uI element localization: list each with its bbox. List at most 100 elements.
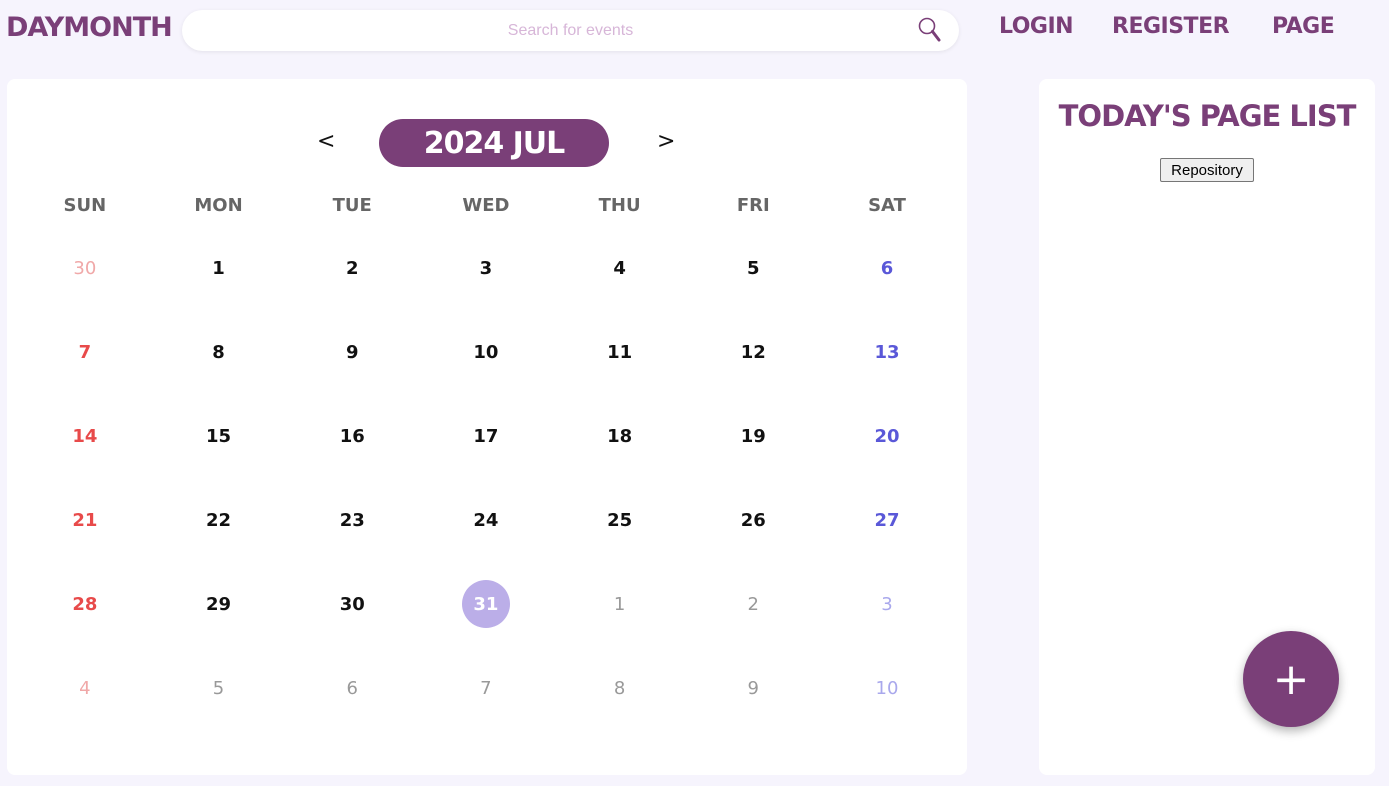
- calendar-day-number: 19: [740, 425, 766, 447]
- calendar-day[interactable]: 28: [18, 562, 152, 646]
- calendar-day[interactable]: 30: [18, 226, 152, 310]
- calendar-day-number: 22: [206, 509, 232, 531]
- weekday-thu: THU: [598, 195, 641, 216]
- calendar-day[interactable]: 10: [419, 310, 553, 394]
- nav-login-link[interactable]: LOGIN: [999, 14, 1074, 39]
- calendar-day-number: 29: [206, 593, 232, 615]
- calendar-day[interactable]: 16: [285, 394, 419, 478]
- calendar-day[interactable]: 5: [686, 226, 820, 310]
- month-label: 2024 JUL: [379, 119, 609, 167]
- calendar-day-number: 6: [880, 257, 894, 279]
- calendar-day[interactable]: 30: [285, 562, 419, 646]
- calendar-day[interactable]: 20: [820, 394, 954, 478]
- calendar-day-number: 12: [740, 341, 766, 363]
- weekday-mon: MON: [194, 195, 243, 216]
- page-list-title: TODAY'S PAGE LIST: [1058, 99, 1357, 133]
- calendar-day-number: 18: [607, 425, 633, 447]
- calendar-day-number: 30: [73, 257, 97, 279]
- weekday-tue: TUE: [332, 195, 372, 216]
- calendar-day-number: 7: [480, 677, 492, 699]
- calendar-day-number: 25: [607, 509, 633, 531]
- calendar-day[interactable]: 7: [18, 310, 152, 394]
- calendar-day-number: 2: [345, 257, 359, 279]
- calendar-day[interactable]: 21: [18, 478, 152, 562]
- calendar-day-number: 4: [79, 677, 91, 699]
- calendar-day[interactable]: 23: [285, 478, 419, 562]
- calendar-day-grid: 30 1 2 3 4 5 6 7 8 9 10 11 12 13 14 15 16 17 18 19 20 21 22 23 2…: [18, 226, 954, 730]
- nav-page-link[interactable]: PAGE: [1272, 14, 1335, 39]
- calendar-day[interactable]: 5: [152, 646, 286, 730]
- calendar-day-number: 9: [747, 677, 759, 699]
- calendar-day-number: 3: [479, 257, 493, 279]
- calendar-day[interactable]: 4: [553, 226, 687, 310]
- calendar-day-number: 10: [875, 677, 899, 699]
- weekday-sun: SUN: [63, 195, 107, 216]
- calendar-day[interactable]: 29: [152, 562, 286, 646]
- calendar-day[interactable]: 3: [419, 226, 553, 310]
- calendar-day-number: 24: [473, 509, 499, 531]
- calendar-day[interactable]: 17: [419, 394, 553, 478]
- calendar-day[interactable]: 15: [152, 394, 286, 478]
- calendar-day-number: 3: [881, 593, 893, 615]
- weekday-wed: WED: [462, 195, 510, 216]
- calendar-day-today[interactable]: 31: [419, 562, 553, 646]
- calendar-day-number: 4: [613, 257, 626, 279]
- calendar-day-number: 27: [874, 509, 900, 531]
- calendar-day-number: 20: [874, 425, 900, 447]
- calendar-day[interactable]: 8: [152, 310, 286, 394]
- calendar-day[interactable]: 7: [419, 646, 553, 730]
- calendar-day-number: 10: [473, 341, 499, 363]
- calendar-day-number: 5: [747, 257, 760, 279]
- calendar-day-number: 2: [747, 593, 759, 615]
- repository-button[interactable]: Repository: [1160, 158, 1254, 182]
- calendar-day[interactable]: 6: [820, 226, 954, 310]
- calendar-day-number: 8: [613, 677, 626, 699]
- calendar-day-number: 14: [72, 425, 98, 447]
- calendar-day[interactable]: 26: [686, 478, 820, 562]
- calendar-day[interactable]: 1: [553, 562, 687, 646]
- calendar-day-number: 1: [613, 593, 626, 615]
- calendar-day-number: 30: [339, 593, 365, 615]
- calendar-day-number: 9: [345, 341, 359, 363]
- calendar-day-number: 8: [212, 341, 225, 363]
- weekday-sat: SAT: [868, 195, 906, 216]
- calendar-day[interactable]: 6: [285, 646, 419, 730]
- calendar-day[interactable]: 27: [820, 478, 954, 562]
- calendar-day[interactable]: 24: [419, 478, 553, 562]
- add-page-button[interactable]: +: [1243, 631, 1339, 727]
- calendar-day[interactable]: 14: [18, 394, 152, 478]
- calendar-day-number: 28: [72, 593, 98, 615]
- calendar-day[interactable]: 2: [285, 226, 419, 310]
- calendar-day[interactable]: 11: [553, 310, 687, 394]
- calendar-day[interactable]: 25: [553, 478, 687, 562]
- calendar-day[interactable]: 13: [820, 310, 954, 394]
- calendar-day-number: 31: [461, 580, 510, 628]
- calendar-day-number: 23: [339, 509, 365, 531]
- calendar-day[interactable]: 3: [820, 562, 954, 646]
- calendar-day-number: 11: [607, 341, 633, 363]
- calendar-day[interactable]: 9: [686, 646, 820, 730]
- nav-register-link[interactable]: REGISTER: [1112, 14, 1230, 39]
- calendar-day[interactable]: 19: [686, 394, 820, 478]
- calendar-day-number: 5: [212, 677, 225, 699]
- calendar-day-number: 6: [346, 677, 358, 699]
- calendar-day[interactable]: 10: [820, 646, 954, 730]
- calendar-day[interactable]: 22: [152, 478, 286, 562]
- calendar-day[interactable]: 18: [553, 394, 687, 478]
- app-logo[interactable]: DAYMONTH: [6, 12, 173, 43]
- calendar-day-number: 7: [78, 341, 92, 363]
- calendar-day[interactable]: 1: [152, 226, 286, 310]
- next-month-button[interactable]: >: [657, 129, 675, 154]
- month-navigation: < 2024 JUL >: [7, 119, 967, 167]
- search-icon[interactable]: [917, 16, 943, 44]
- search-bar: [182, 10, 959, 51]
- prev-month-button[interactable]: <: [317, 129, 335, 154]
- calendar-day-number: 16: [339, 425, 365, 447]
- calendar-day[interactable]: 12: [686, 310, 820, 394]
- calendar-day[interactable]: 8: [553, 646, 687, 730]
- search-input[interactable]: [182, 10, 959, 51]
- calendar-day[interactable]: 2: [686, 562, 820, 646]
- calendar-day[interactable]: 9: [285, 310, 419, 394]
- calendar-day-number: 13: [874, 341, 900, 363]
- calendar-day[interactable]: 4: [18, 646, 152, 730]
